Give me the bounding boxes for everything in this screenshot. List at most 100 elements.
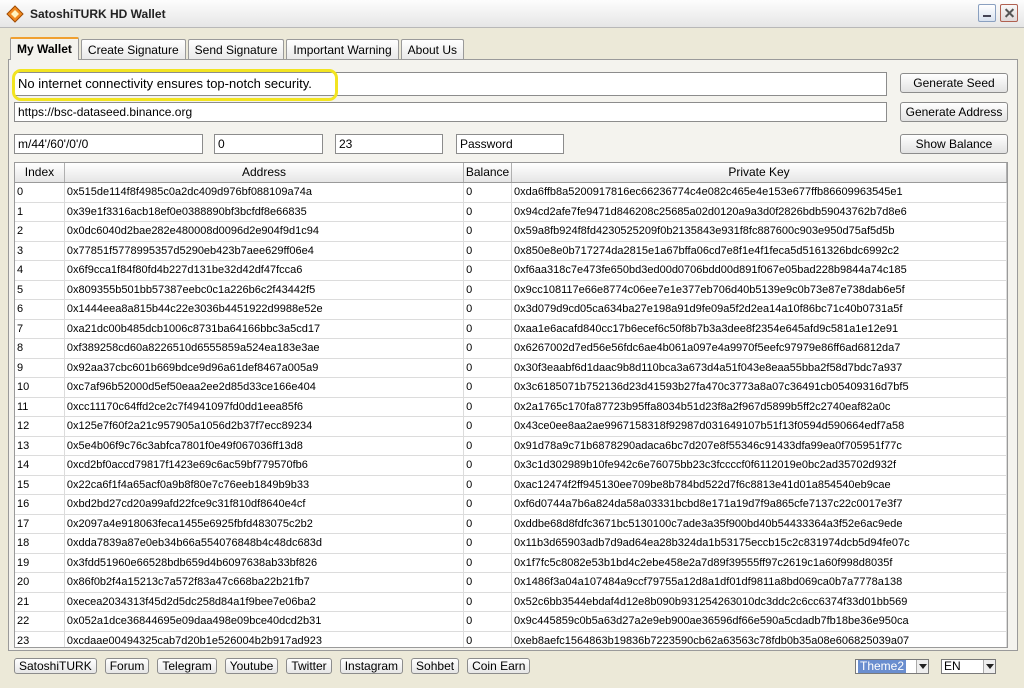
cell-private-key[interactable]: 0x3c6185071b752136d23d41593b27fa470c3773… (512, 378, 1007, 397)
cell-index[interactable]: 7 (15, 319, 65, 338)
cell-index[interactable]: 18 (15, 534, 65, 553)
table-row[interactable]: 19 0x3fdd51960e66528bdb659d4b6097638ab33b… (15, 553, 1007, 573)
table-row[interactable]: 23 0xcdaae00494325cab7d20b1e526004b2b917a… (15, 631, 1007, 647)
cell-address[interactable]: 0x92aa37cbc601b669bdce9d96a61def8467a005… (65, 358, 465, 377)
table-row[interactable]: 13 0x5e4b06f9c76c3abfca7801f0e49f067036ff… (15, 436, 1007, 456)
cell-address[interactable]: 0xecea2034313f45d2d5dc258d84a1f9bee7e06b… (65, 592, 465, 611)
cell-private-key[interactable]: 0x6267002d7ed56e56fdc6ae4b061a097e4a9970… (512, 339, 1007, 358)
cell-balance[interactable]: 0 (464, 183, 512, 202)
link-forum[interactable]: Forum (104, 658, 150, 674)
cell-index[interactable]: 12 (15, 417, 65, 436)
table-row[interactable]: 11 0xcc11170c64ffd2ce2c7f4941097fd0dd1eea… (15, 397, 1007, 417)
link-satoshiturk[interactable]: SatoshiTURK (14, 658, 97, 674)
cell-private-key[interactable]: 0xaa1e6acafd840cc17b6ecef6c50f8b7b3a3dee… (512, 319, 1007, 338)
cell-index[interactable]: 5 (15, 280, 65, 299)
cell-private-key[interactable]: 0xeb8aefc1564863b19836b7223590cb62a63563… (512, 631, 1007, 647)
cell-balance[interactable]: 0 (464, 514, 512, 533)
table-row[interactable]: 1 0x39e1f3316acb18ef0e0388890bf3bcfdf8e66… (15, 202, 1007, 222)
cell-private-key[interactable]: 0x52c6bb3544ebdaf4d12e8b090b931254263010… (512, 592, 1007, 611)
table-row[interactable]: 14 0xcd2bf0accd79817f1423e69c6ac59bf77957… (15, 456, 1007, 476)
table-row[interactable]: 0 0x515de114f8f4985c0a2dc409d976bf088109a… (15, 183, 1007, 203)
cell-private-key[interactable]: 0x9cc108117e66e8774c06ee7e1e377eb706d40b… (512, 280, 1007, 299)
column-header-index[interactable]: Index (15, 163, 65, 182)
table-row[interactable]: 10 0xc7af96b52000d5ef50eaa2ee2d85d33ce166… (15, 378, 1007, 398)
cell-index[interactable]: 11 (15, 397, 65, 416)
cell-balance[interactable]: 0 (464, 378, 512, 397)
table-row[interactable]: 22 0x052a1dce36844695e09daa498e09bce40dcd… (15, 612, 1007, 632)
cell-private-key[interactable]: 0x2a1765c170fa87723b95ffa8034b51d23f8a2f… (512, 397, 1007, 416)
cell-index[interactable]: 21 (15, 592, 65, 611)
cell-balance[interactable]: 0 (464, 241, 512, 260)
cell-index[interactable]: 22 (15, 612, 65, 631)
cell-address[interactable]: 0x052a1dce36844695e09daa498e09bce40dcd2b… (65, 612, 465, 631)
cell-balance[interactable]: 0 (464, 397, 512, 416)
cell-index[interactable]: 15 (15, 475, 65, 494)
cell-address[interactable]: 0x5e4b06f9c76c3abfca7801f0e49f067036ff13… (65, 436, 465, 455)
cell-private-key[interactable]: 0x1f7fc5c8082e53b1bd4c2ebe458e2a7d89f395… (512, 553, 1007, 572)
cell-private-key[interactable]: 0x91d78a9c71b6878290adaca6bc7d207e8f5534… (512, 436, 1007, 455)
cell-address[interactable]: 0x515de114f8f4985c0a2dc409d976bf088109a7… (65, 183, 465, 202)
cell-address[interactable]: 0x6f9cca1f84f80fd4b227d131be32d42df47fcc… (65, 261, 465, 280)
table-row[interactable]: 6 0x1444eea8a815b44c22e3036b4451922d9988e… (15, 300, 1007, 320)
cell-balance[interactable]: 0 (464, 300, 512, 319)
cell-address[interactable]: 0xbd2bd27cd20a99afd22fce9c31f810df8640e4… (65, 495, 465, 514)
table-row[interactable]: 20 0x86f0b2f4a15213c7a572f83a47c668ba22b2… (15, 573, 1007, 593)
link-telegram[interactable]: Telegram (157, 658, 217, 674)
cell-private-key[interactable]: 0x850e8e0b717274da2815e1a67bffa06cd7e8f1… (512, 241, 1007, 260)
cell-address[interactable]: 0x1444eea8a815b44c22e3036b4451922d9988e5… (65, 300, 465, 319)
cell-private-key[interactable]: 0x30f3eaabf6d1daac9b8d110bca3a673d4a51f0… (512, 358, 1007, 377)
cell-index[interactable]: 14 (15, 456, 65, 475)
cell-address[interactable]: 0x0dc6040d2bae282e480008d0096d2e904f9d1c… (65, 222, 465, 241)
cell-private-key[interactable]: 0x11b3d65903adb7d9ad64ea28b324da1b53175e… (512, 534, 1007, 553)
table-row[interactable]: 7 0xa21dc00b485dcb1006c8731ba64166bbc3a5c… (15, 319, 1007, 339)
cell-address[interactable]: 0x125e7f60f2a21c957905a1056d2b37f7ecc892… (65, 417, 465, 436)
link-instagram[interactable]: Instagram (339, 658, 404, 674)
cell-balance[interactable]: 0 (464, 456, 512, 475)
table-row[interactable]: 4 0x6f9cca1f84f80fd4b227d131be32d42df47fc… (15, 261, 1007, 281)
cell-balance[interactable]: 0 (464, 573, 512, 592)
cell-private-key[interactable]: 0x3d079d9cd05ca634ba27e198a91d9fe09a5f2d… (512, 300, 1007, 319)
cell-address[interactable]: 0x2097a4e918063feca1455e6925fbfd483075c2… (65, 514, 465, 533)
cell-address[interactable]: 0x3fdd51960e66528bdb659d4b6097638ab33bf8… (65, 553, 465, 572)
table-row[interactable]: 15 0x22ca6f1f4a65acf0a9b8f80e7c76eeb1849b… (15, 475, 1007, 495)
cell-index[interactable]: 13 (15, 436, 65, 455)
cell-address[interactable]: 0x86f0b2f4a15213c7a572f83a47c668ba22b21f… (65, 573, 465, 592)
cell-balance[interactable]: 0 (464, 339, 512, 358)
language-select[interactable]: EN (941, 659, 996, 674)
table-row[interactable]: 21 0xecea2034313f45d2d5dc258d84a1f9bee7e0… (15, 592, 1007, 612)
cell-private-key[interactable]: 0x3c1d302989b10fe942c6e76075bb23c3fccccf… (512, 456, 1007, 475)
cell-address[interactable]: 0xc7af96b52000d5ef50eaa2ee2d85d33ce166e4… (65, 378, 465, 397)
tab-send-signature[interactable]: Send Signature (187, 39, 285, 60)
cell-address[interactable]: 0x22ca6f1f4a65acf0a9b8f80e7c76eeb1849b9b… (65, 475, 465, 494)
start-index-input[interactable]: 0 (214, 134, 323, 154)
tab-important-warning[interactable]: Important Warning (286, 39, 399, 60)
cell-index[interactable]: 3 (15, 241, 65, 260)
cell-address[interactable]: 0xcc11170c64ffd2ce2c7f4941097fd0dd1eea85… (65, 397, 465, 416)
cell-balance[interactable]: 0 (464, 202, 512, 221)
table-row[interactable]: 12 0x125e7f60f2a21c957905a1056d2b37f7ecc8… (15, 417, 1007, 437)
show-balance-button[interactable]: Show Balance (900, 134, 1008, 154)
theme-select[interactable]: Theme2 (855, 659, 929, 674)
cell-private-key[interactable]: 0x59a8fb924f8fd4230525209f0b2135843e931f… (512, 222, 1007, 241)
cell-index[interactable]: 23 (15, 631, 65, 647)
cell-address[interactable]: 0xdda7839a87e0eb34b66a554076848b4c48dc68… (65, 534, 465, 553)
cell-address[interactable]: 0x809355b501bb57387eebc0c1a226b6c2f43442… (65, 280, 465, 299)
table-row[interactable]: 17 0x2097a4e918063feca1455e6925fbfd483075… (15, 514, 1007, 534)
cell-private-key[interactable]: 0x94cd2afe7fe9471d846208c25685a02d0120a9… (512, 202, 1007, 221)
table-row[interactable]: 18 0xdda7839a87e0eb34b66a554076848b4c48dc… (15, 534, 1007, 554)
cell-index[interactable]: 2 (15, 222, 65, 241)
cell-balance[interactable]: 0 (464, 475, 512, 494)
cell-address[interactable]: 0xf389258cd60a8226510d6555859a524ea183e3… (65, 339, 465, 358)
tab-about-us[interactable]: About Us (400, 39, 464, 60)
cell-index[interactable]: 9 (15, 358, 65, 377)
cell-balance[interactable]: 0 (464, 222, 512, 241)
table-row[interactable]: 9 0x92aa37cbc601b669bdce9d96a61def8467a00… (15, 358, 1007, 378)
link-sohbet[interactable]: Sohbet (411, 658, 460, 674)
cell-index[interactable]: 8 (15, 339, 65, 358)
rpc-url-input[interactable]: https://bsc-dataseed.binance.org (14, 102, 887, 122)
cell-balance[interactable]: 0 (464, 319, 512, 338)
cell-index[interactable]: 17 (15, 514, 65, 533)
minimize-button[interactable] (978, 4, 996, 22)
table-row[interactable]: 16 0xbd2bd27cd20a99afd22fce9c31f810df8640… (15, 495, 1007, 515)
cell-index[interactable]: 1 (15, 202, 65, 221)
